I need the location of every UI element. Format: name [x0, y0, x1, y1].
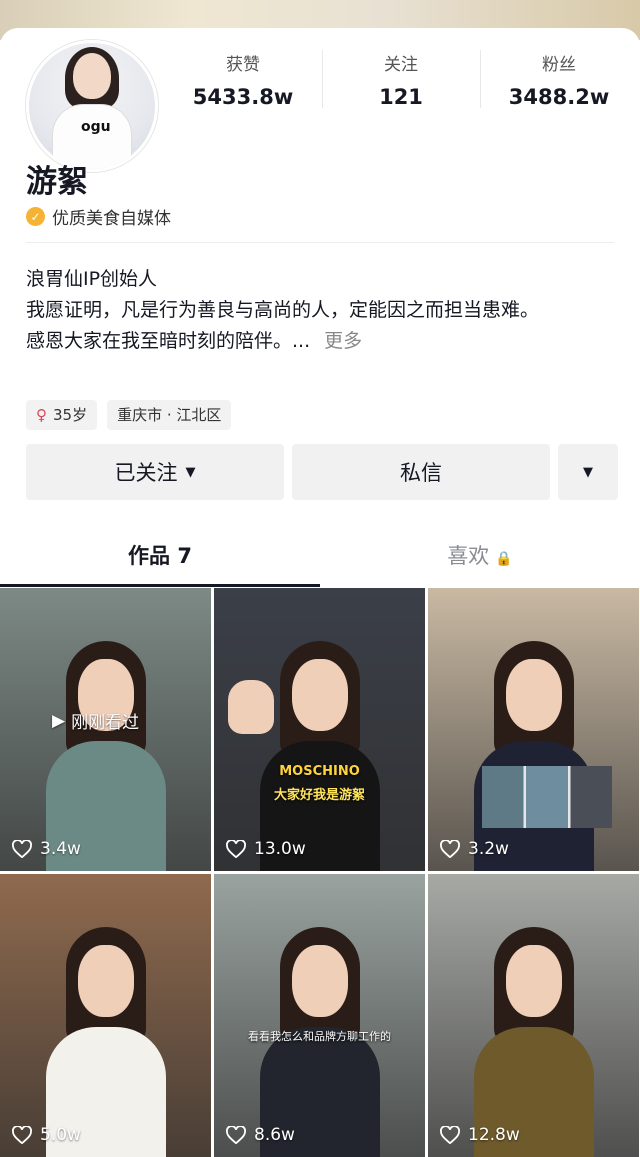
heart-icon [226, 1126, 246, 1144]
bio-line: 我愿证明，凡是行为善良与高尚的人，定能因之而担当患难。 [26, 299, 540, 321]
profile-tags: ♀ 35岁 重庆市 · 江北区 [26, 400, 232, 430]
stat-divider [322, 50, 323, 108]
tab-likes[interactable]: 喜欢 🔒 [320, 528, 640, 584]
avatar-face [73, 53, 111, 99]
follow-button[interactable]: 已关注 ▼ [26, 444, 284, 500]
message-button-label: 私信 [400, 461, 442, 485]
video-likes-count: 8.6w [254, 1125, 295, 1145]
bio-line: 浪胃仙IP创始人 [26, 268, 158, 290]
more-options-button[interactable]: ▼ [558, 444, 618, 500]
stat-likes[interactable]: 获赞 5433.8w [168, 50, 318, 109]
video-person [473, 927, 594, 1157]
video-likes: 3.2w [440, 839, 509, 859]
stat-divider [480, 50, 481, 108]
video-person [45, 641, 166, 871]
location-tag: 重庆市 · 江北区 [107, 400, 232, 430]
tab-works-label: 作品 7 [128, 544, 192, 568]
message-button[interactable]: 私信 [292, 444, 550, 500]
video-likes: 12.8w [440, 1125, 520, 1145]
waving-hand [228, 680, 274, 734]
bio-line-last: 感恩大家在我至暗时刻的陪伴。... 更多 [26, 326, 606, 357]
person-face [505, 659, 562, 731]
video-likes-count: 3.4w [40, 839, 81, 859]
stat-following-value: 121 [379, 85, 423, 109]
video-caption: 大家好我是游絮 [273, 788, 365, 803]
person-face [291, 659, 348, 731]
shirt-text: MOSCHINO [279, 764, 360, 779]
active-tab-indicator [0, 584, 320, 587]
video-tile[interactable]: 3.2w [428, 588, 639, 871]
video-likes: 5.0w [12, 1125, 81, 1145]
video-likes: 13.0w [226, 839, 306, 859]
profile-card: ogu 获赞 5433.8w 关注 121 粉丝 3488.2w 游絮 ✓ 优质… [0, 28, 640, 1157]
person-face [505, 945, 562, 1017]
video-person [473, 641, 594, 871]
heart-icon [226, 840, 246, 858]
age-text: 35岁 [53, 406, 88, 424]
heart-icon [440, 840, 460, 858]
stat-likes-label: 获赞 [226, 55, 260, 75]
caret-down-icon: ▼ [185, 464, 196, 480]
profile-name: 游絮 [26, 164, 88, 200]
video-tile[interactable]: MOSCHINO 大家好我是游絮 13.0w [214, 588, 425, 871]
stat-following-label: 关注 [384, 55, 418, 75]
video-person [259, 641, 380, 871]
stat-following[interactable]: 关注 121 [326, 50, 476, 109]
stat-followers-value: 3488.2w [508, 85, 610, 109]
video-tile[interactable]: 看看我怎么和品牌方聊工作的 8.6w [214, 874, 425, 1157]
video-likes-count: 12.8w [468, 1125, 520, 1145]
person-face [291, 945, 348, 1017]
content-tabs: 作品 7 喜欢 🔒 [0, 528, 640, 587]
person-face [77, 945, 134, 1017]
bio-more-link[interactable]: 更多 [324, 330, 362, 352]
video-likes: 3.4w [12, 839, 81, 859]
video-caption: 看看我怎么和品牌方聊工作的 [248, 1030, 391, 1043]
heart-icon [12, 840, 32, 858]
video-person [45, 927, 166, 1157]
age-tag: ♀ 35岁 [26, 400, 98, 430]
video-likes-count: 5.0w [40, 1125, 81, 1145]
avatar-shirt-logo: ogu [81, 119, 111, 135]
stat-followers-label: 粉丝 [542, 55, 576, 75]
profile-bio: 浪胃仙IP创始人 我愿证明，凡是行为善良与高尚的人，定能因之而担当患难。 感恩大… [26, 264, 606, 357]
heart-icon [12, 1126, 32, 1144]
video-likes-count: 3.2w [468, 839, 509, 859]
phone-boxes [482, 766, 612, 828]
tab-likes-label: 喜欢 [447, 544, 490, 568]
verified-badge-icon: ✓ [26, 207, 45, 226]
lock-icon: 🔒 [495, 551, 513, 567]
tab-works[interactable]: 作品 7 [0, 528, 320, 584]
caret-down-icon: ▼ [583, 464, 593, 480]
verification-text: 优质美食自媒体 [52, 209, 171, 229]
recently-viewed-text: 刚刚看过 [71, 713, 140, 733]
video-likes-count: 13.0w [254, 839, 306, 859]
follow-button-label: 已关注 [114, 461, 178, 485]
divider [26, 242, 614, 243]
female-gender-icon: ♀ [36, 406, 47, 424]
heart-icon [440, 1126, 460, 1144]
avatar[interactable]: ogu [26, 40, 158, 172]
video-tile[interactable]: 5.0w [0, 874, 211, 1157]
video-likes: 8.6w [226, 1125, 295, 1145]
video-tile[interactable]: ▶ 刚刚看过 3.4w [0, 588, 211, 871]
verification-row: ✓ 优质美食自媒体 [26, 204, 171, 229]
stat-followers[interactable]: 粉丝 3488.2w [484, 50, 634, 109]
recently-viewed-label: ▶ 刚刚看过 [52, 708, 140, 734]
video-tile[interactable]: 12.8w [428, 874, 639, 1157]
play-icon: ▶ [52, 710, 66, 731]
bio-line: 感恩大家在我至暗时刻的陪伴。... [26, 330, 311, 352]
location-text: 重庆市 · 江北区 [117, 406, 222, 424]
stat-likes-value: 5433.8w [192, 85, 294, 109]
